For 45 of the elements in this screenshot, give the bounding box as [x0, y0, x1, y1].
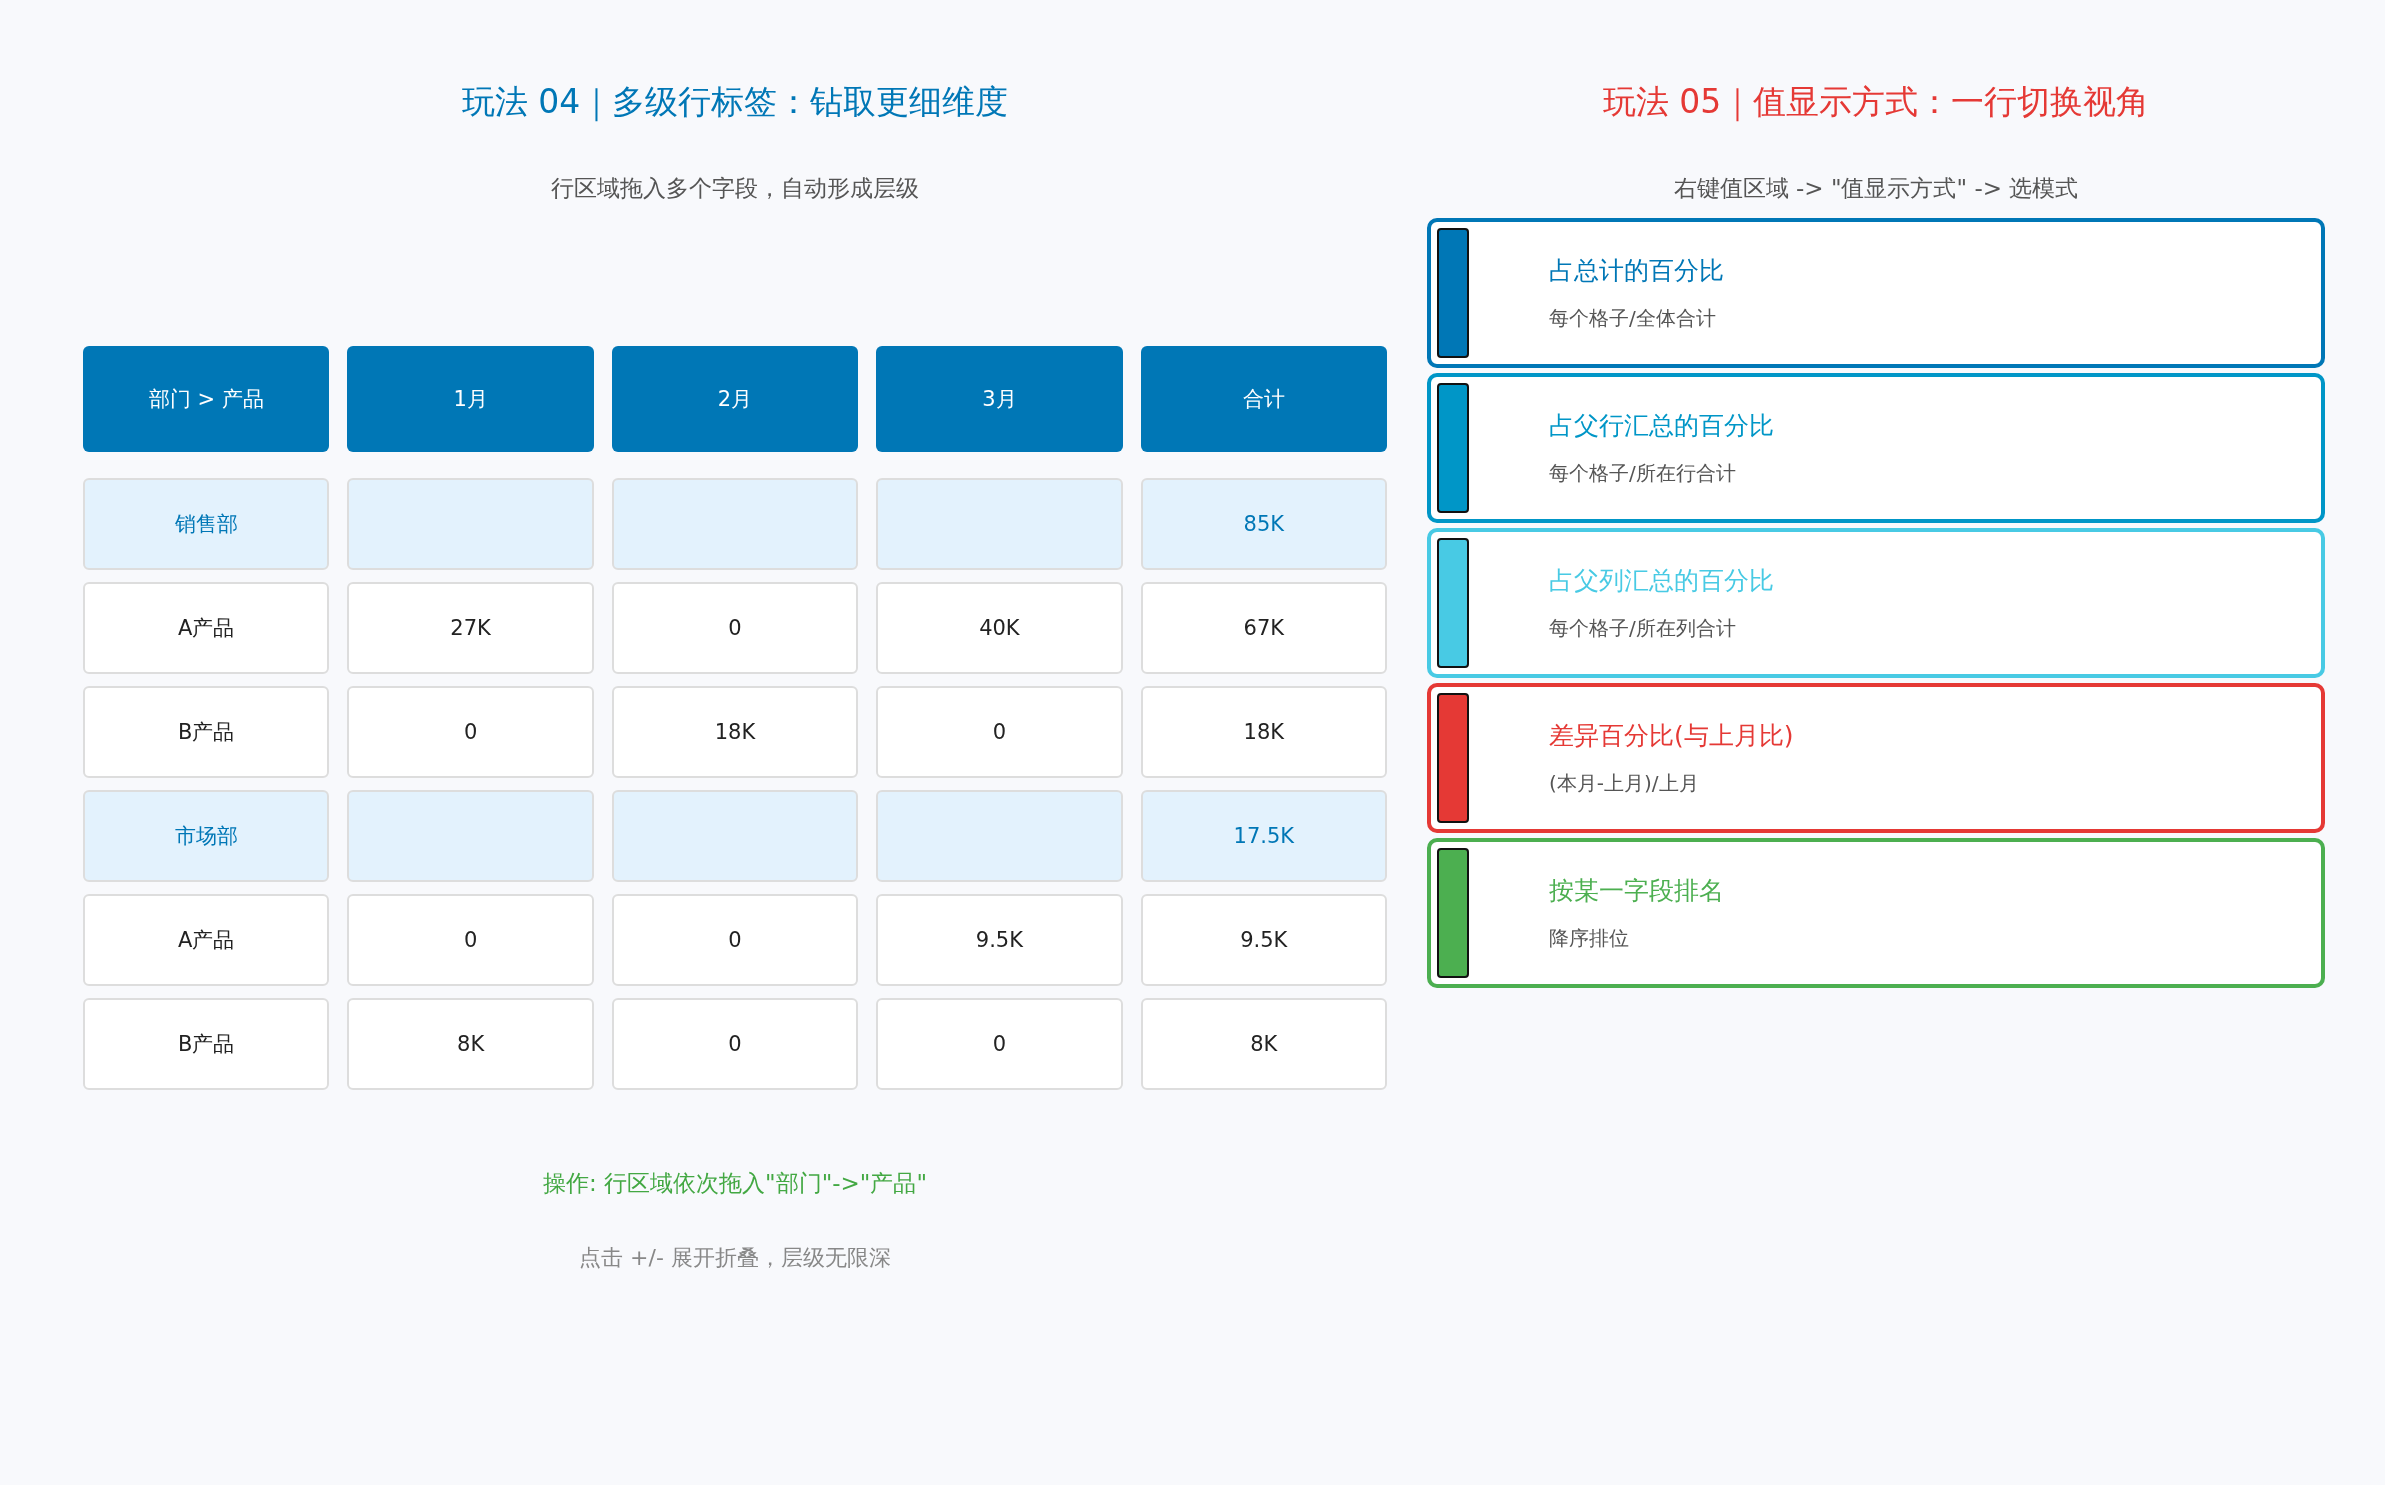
table-cell: 销售部: [83, 478, 330, 570]
table-cell: 18K: [611, 686, 859, 778]
table-cell: B产品: [83, 686, 330, 778]
table-cell: 9.5K: [876, 894, 1123, 986]
table-cell: 8K: [347, 998, 594, 1090]
mode-title: 占父列汇总的百分比: [1549, 565, 1774, 597]
operation-note: 操作: 行区域依次拖入"部门"->"产品": [543, 1169, 927, 1198]
column-header: 2月: [611, 346, 859, 452]
table-cell: 0: [347, 686, 594, 778]
table-cell: 0: [611, 894, 859, 986]
table-cell: 40K: [876, 582, 1123, 674]
section-title: 玩法 04｜多级行标签：钻取更细维度: [461, 81, 1009, 124]
mode-title: 占总计的百分比: [1549, 255, 1724, 287]
hint-text: 点击 +/- 展开折叠，层级无限深: [579, 1244, 891, 1272]
column-header: 3月: [876, 346, 1123, 452]
table-cell: 18K: [1140, 686, 1387, 778]
mode-title: 差异百分比(与上月比): [1549, 720, 1794, 752]
mode-description: 降序排位: [1549, 925, 1630, 952]
section-title: 玩法 05｜值显示方式：一行切换视角: [1602, 81, 2150, 124]
column-header: 合计: [1140, 346, 1387, 452]
mode-description: (本月-上月)/上月: [1549, 770, 1700, 797]
section-subtitle: 右键值区域 -> "值显示方式" -> 选模式: [1673, 174, 2079, 203]
table-cell: 85K: [1140, 478, 1387, 570]
table-cell: 0: [876, 998, 1123, 1090]
table-cell: 0: [611, 998, 859, 1090]
mode-title: 占父行汇总的百分比: [1549, 410, 1774, 442]
section-subtitle: 行区域拖入多个字段，自动形成层级: [551, 174, 919, 203]
column-header: 部门 > 产品: [83, 346, 330, 452]
table-cell: 27K: [347, 582, 594, 674]
table-cell: A产品: [83, 894, 330, 986]
column-header: 1月: [347, 346, 594, 452]
table-cell: 市场部: [83, 790, 330, 882]
table-cell: 9.5K: [1140, 894, 1387, 986]
mode-description: 每个格子/所在列合计: [1549, 615, 1737, 642]
table-cell: A产品: [83, 582, 330, 674]
mode-description: 每个格子/所在行合计: [1549, 460, 1737, 487]
table-cell: 17.5K: [1140, 790, 1387, 882]
table-cell: B产品: [83, 998, 330, 1090]
table-cell: 0: [611, 582, 859, 674]
table-cell: 8K: [1140, 998, 1387, 1090]
table-cell: 67K: [1140, 582, 1387, 674]
mode-title: 按某一字段排名: [1549, 875, 1724, 907]
table-cell: 0: [347, 894, 594, 986]
table-cell: 0: [876, 686, 1123, 778]
mode-description: 每个格子/全体合计: [1549, 305, 1717, 332]
